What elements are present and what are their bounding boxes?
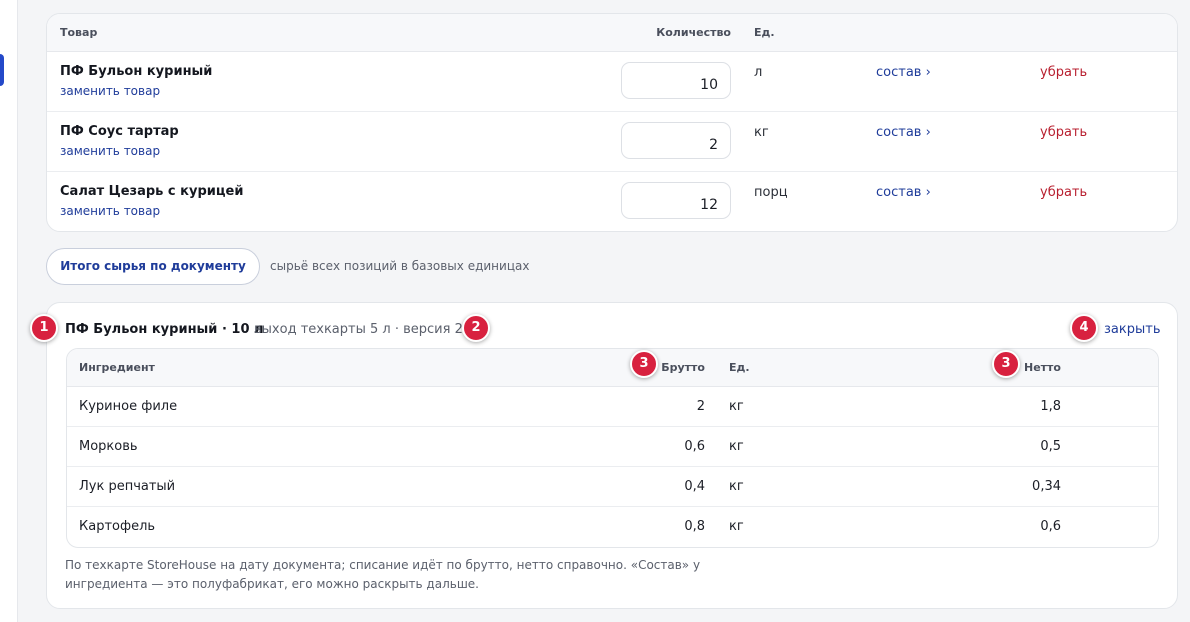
ingredient-row: Лук репчатый 0,4 кг 0,34	[67, 467, 1158, 507]
item-unit: л	[754, 65, 763, 80]
ingredient-unit: кг	[729, 399, 744, 414]
remove-item-link[interactable]: убрать	[1040, 185, 1087, 200]
ingredient-name: Картофель	[79, 519, 156, 534]
ingredient-brutto: 2	[696, 399, 705, 414]
items-table-header: Товар Количество Ед.	[47, 14, 1177, 52]
ingredient-name: Лук репчатый	[79, 479, 176, 494]
ingredient-unit: кг	[729, 519, 744, 534]
replace-item-link[interactable]: заменить товар	[60, 84, 160, 98]
annotation-marker: 1	[30, 314, 58, 342]
ingredient-row: Картофель 0,8 кг 0,6	[67, 507, 1158, 547]
header-ingredient: Ингредиент	[79, 361, 155, 374]
ingredients-table: Ингредиент Брутто Ед. Нетто Куриное филе…	[66, 348, 1159, 548]
recipe-title: ПФ Бульон куриный · 10 л	[65, 322, 264, 337]
recipe-panel: ПФ Бульон куриный · 10 л выход техкарты …	[46, 302, 1178, 609]
remove-item-link[interactable]: убрать	[1040, 125, 1087, 140]
quantity-input[interactable]	[621, 182, 731, 219]
recipe-meta: выход техкарты 5 л · версия 2	[254, 322, 463, 337]
item-name: ПФ Бульон куриный	[60, 64, 213, 79]
document-items-table: Товар Количество Ед. ПФ Бульон куриный з…	[46, 13, 1178, 232]
item-row: ПФ Бульон куриный заменить товар л соста…	[47, 52, 1177, 112]
ingredient-name: Морковь	[79, 439, 138, 454]
item-name: ПФ Соус тартар	[60, 124, 179, 139]
compose-link[interactable]: состав ›	[876, 125, 931, 140]
ingredient-netto: 0,6	[1040, 519, 1061, 534]
replace-item-link[interactable]: заменить товар	[60, 204, 160, 218]
quantity-input[interactable]	[621, 122, 731, 159]
quantity-input[interactable]	[621, 62, 731, 99]
ingredient-name: Куриное филе	[79, 399, 178, 414]
recipe-note: По техкарте StoreHouse на дату документа…	[65, 558, 701, 591]
annotation-marker: 3	[630, 350, 658, 378]
ingredient-unit: кг	[729, 479, 744, 494]
raw-totals-button[interactable]: Итого сырья по документу	[46, 248, 260, 285]
ingredient-brutto: 0,8	[684, 519, 705, 534]
item-name: Салат Цезарь с курицей	[60, 184, 244, 199]
close-recipe-link[interactable]: закрыть	[1104, 322, 1160, 337]
replace-item-link[interactable]: заменить товар	[60, 144, 160, 158]
item-row: Салат Цезарь с курицей заменить товар по…	[47, 172, 1177, 231]
sidebar-active-tab[interactable]	[0, 54, 4, 86]
left-sidebar	[0, 0, 18, 622]
ingredient-row: Морковь 0,6 кг 0,5	[67, 427, 1158, 467]
header-quantity: Количество	[656, 26, 731, 39]
totals-hint: сырьё всех позиций в базовых единицах	[270, 259, 530, 273]
compose-link[interactable]: состав ›	[876, 185, 931, 200]
ingredient-netto: 1,8	[1040, 399, 1061, 414]
ingredient-netto: 0,34	[1032, 479, 1061, 494]
annotation-marker: 4	[1070, 314, 1098, 342]
header-unit: Ед.	[729, 361, 750, 374]
compose-link[interactable]: состав ›	[876, 65, 931, 80]
ingredient-netto: 0,5	[1040, 439, 1061, 454]
ingredient-unit: кг	[729, 439, 744, 454]
annotation-marker: 2	[462, 314, 490, 342]
header-product: Товар	[60, 26, 98, 39]
ingredient-brutto: 0,4	[684, 479, 705, 494]
annotation-marker: 3	[992, 350, 1020, 378]
item-row: ПФ Соус тартар заменить товар кг состав …	[47, 112, 1177, 172]
item-unit: порц	[754, 185, 788, 200]
ingredient-row: Куриное филе 2 кг 1,8	[67, 387, 1158, 427]
ingredient-brutto: 0,6	[684, 439, 705, 454]
remove-item-link[interactable]: убрать	[1040, 65, 1087, 80]
item-unit: кг	[754, 125, 769, 140]
header-unit: Ед.	[754, 26, 775, 39]
